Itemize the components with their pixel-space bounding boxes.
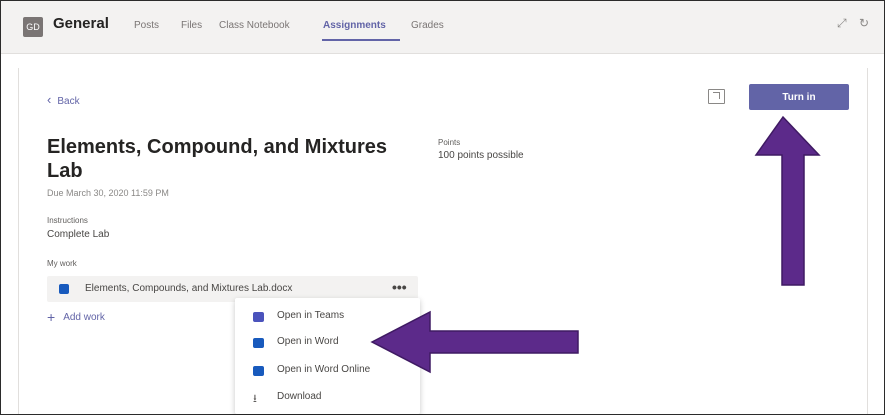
menu-item-label: Download [277,391,322,402]
back-button[interactable]: ‹ Back [47,92,80,107]
menu-item-open-in-teams[interactable]: Open in Teams [235,304,420,330]
add-work-label: Add work [63,312,105,323]
back-label: Back [57,96,80,107]
teams-icon [253,312,264,322]
points-value: 100 points possible [438,150,524,161]
export-icon[interactable] [708,89,725,104]
refresh-icon[interactable]: ↻ [859,16,869,30]
file-context-menu: Open in Teams Open in Word Open in Word … [235,298,420,414]
team-avatar[interactable]: GD [23,17,43,37]
word-online-icon [253,366,264,376]
instructions-label: Instructions [47,216,88,225]
menu-item-label: Open in Teams [277,310,345,321]
menu-item-download[interactable]: ⭳ Download [235,385,420,411]
my-work-label: My work [47,259,77,268]
chevron-left-icon: ‹ [47,92,52,107]
active-tab-indicator [322,39,400,41]
menu-item-label: Open in Word Online [277,364,371,375]
add-work-button[interactable]: + Add work [47,309,105,325]
download-icon: ⭳ [253,393,257,405]
menu-item-label: Open in Word [277,336,339,347]
word-icon [253,338,264,348]
tab-posts[interactable]: Posts [134,20,159,31]
menu-item-open-in-word-online[interactable]: Open in Word Online [235,358,420,384]
tab-class-notebook[interactable]: Class Notebook [219,20,290,31]
tab-assignments[interactable]: Assignments [323,20,386,31]
menu-item-open-in-word[interactable]: Open in Word [235,330,420,356]
channel-title: General [53,15,109,32]
channel-header: GD General Posts Files Class Notebook As… [1,1,884,54]
turn-in-button[interactable]: Turn in [749,84,849,110]
file-name: Elements, Compounds, and Mixtures Lab.do… [85,283,293,294]
assignment-panel [18,68,868,414]
tab-files[interactable]: Files [181,20,202,31]
more-options-icon[interactable]: ••• [392,279,407,295]
instructions-text: Complete Lab [47,229,110,240]
points-label: Points [438,138,461,147]
assignment-title: Elements, Compound, and Mixtures Lab [47,136,388,182]
plus-icon: + [47,309,56,325]
word-file-icon [59,284,69,294]
tab-grades[interactable]: Grades [411,20,444,31]
expand-icon[interactable]: ⤢ [837,16,847,31]
due-date: Due March 30, 2020 11:59 PM [47,188,169,198]
